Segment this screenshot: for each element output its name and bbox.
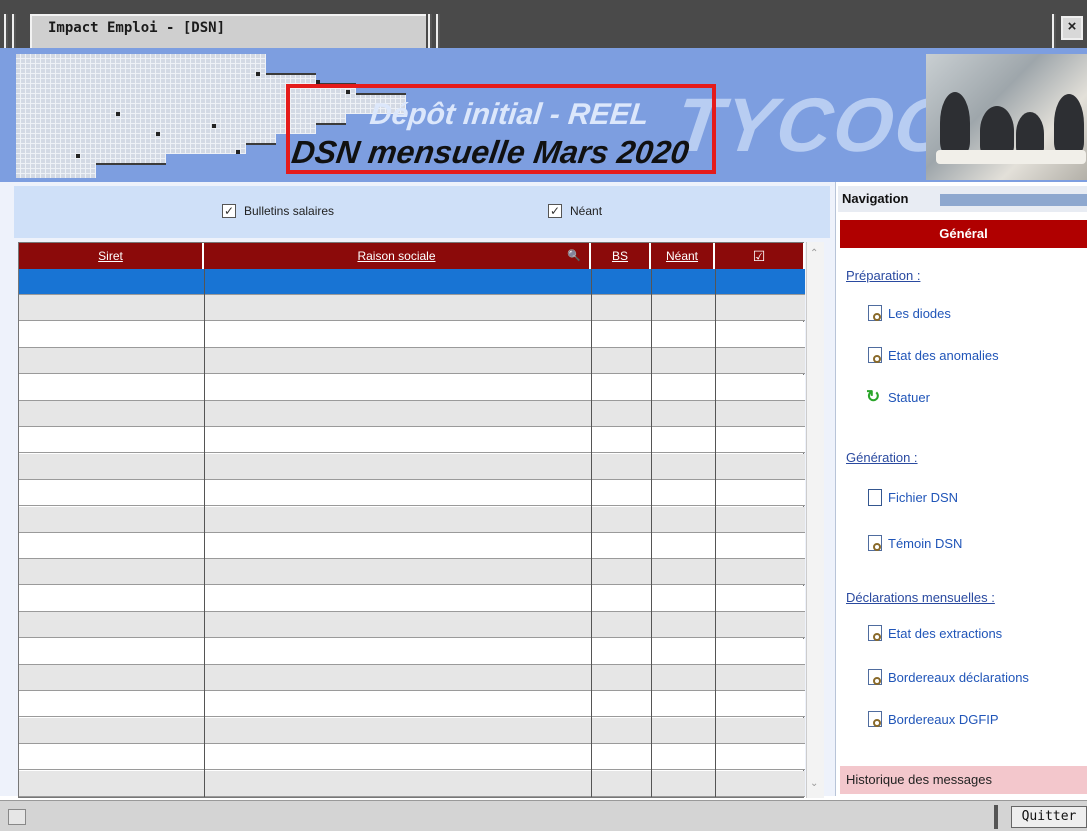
table-row[interactable]	[19, 348, 805, 375]
scroll-down-icon[interactable]: ⌄	[810, 778, 818, 789]
window-titlebar: Impact Emploi - [DSN] ×	[0, 0, 1087, 48]
table-row[interactable]	[19, 665, 805, 691]
nav-link-label: Témoin DSN	[888, 536, 963, 551]
declarations-table: Siret Raison sociale 🔍 BS Néant ☑	[18, 242, 805, 798]
nav-link-bordereaux-dgfip[interactable]: Bordereaux DGFIP	[866, 710, 1081, 730]
nav-link-label: Les diodes	[888, 306, 951, 321]
table-row[interactable]	[19, 744, 805, 771]
table-row[interactable]	[19, 295, 805, 322]
bulletins-checkbox[interactable]: ✓	[222, 204, 236, 218]
titlebar-grip	[1052, 14, 1056, 48]
titlebar-grip	[4, 14, 8, 48]
table-row[interactable]	[19, 374, 805, 401]
table-row[interactable]	[19, 321, 805, 348]
highlight-frame	[286, 84, 716, 174]
nav-link-etat-anomalies[interactable]: Etat des anomalies	[866, 346, 1081, 366]
document-search-icon	[868, 711, 882, 727]
section-preparation: Préparation :	[846, 268, 921, 283]
quit-button[interactable]: Quitter	[1011, 806, 1087, 828]
navigation-header: Navigation	[838, 186, 1087, 212]
refresh-icon: ↻	[866, 387, 881, 406]
message-history-bar[interactable]: Historique des messages	[840, 766, 1087, 794]
nav-link-label: Statuer	[888, 390, 930, 405]
banner: TYCOON Dépôt initial - REEL DSN mensuell…	[0, 48, 1087, 182]
search-icon: 🔍	[567, 250, 581, 262]
nav-link-label: Bordereaux DGFIP	[888, 712, 999, 727]
nav-link-les-diodes[interactable]: Les diodes	[866, 304, 1081, 324]
table-row[interactable]	[19, 453, 805, 480]
titlebar-grip	[436, 14, 440, 48]
photo-table	[936, 150, 1086, 164]
nav-link-bordereaux-declarations[interactable]: Bordereaux déclarations	[866, 668, 1081, 688]
photo-person	[980, 106, 1014, 156]
file-icon	[868, 489, 882, 506]
column-divider	[715, 269, 716, 797]
table-row[interactable]	[19, 691, 805, 718]
nav-link-etat-extractions[interactable]: Etat des extractions	[866, 624, 1081, 644]
table-row[interactable]	[19, 427, 805, 454]
navigation-title: Navigation	[842, 191, 909, 206]
table-row[interactable]	[19, 533, 805, 559]
nav-link-temoin-dsn[interactable]: Témoin DSN	[866, 534, 1081, 554]
document-search-icon	[868, 625, 882, 641]
bulletins-label: Bulletins salaires	[244, 204, 335, 218]
nav-link-label: Etat des extractions	[888, 626, 1003, 641]
table-row[interactable]	[19, 717, 805, 744]
column-header-siret[interactable]: Siret	[19, 243, 204, 269]
section-declarations-mensuelles: Déclarations mensuelles :	[846, 590, 995, 605]
table-row[interactable]	[19, 612, 805, 639]
status-icon[interactable]	[8, 809, 26, 825]
table-row[interactable]	[19, 638, 805, 665]
photo-person	[940, 92, 970, 154]
table-row[interactable]	[19, 506, 805, 533]
window-title-tab[interactable]: Impact Emploi - [DSN]	[30, 14, 426, 48]
table-scrollbar[interactable]: ⌃ ⌄	[806, 242, 824, 798]
close-button[interactable]: ×	[1061, 16, 1083, 40]
window-title: Impact Emploi - [DSN]	[48, 20, 226, 36]
nav-link-label: Bordereaux déclarations	[888, 670, 1029, 685]
section-generation: Génération :	[846, 450, 918, 465]
nav-link-fichier-dsn[interactable]: Fichier DSN	[866, 488, 1081, 508]
general-tab[interactable]: Général	[840, 220, 1087, 248]
document-search-icon	[868, 535, 882, 551]
column-header-bs[interactable]: BS	[591, 243, 651, 269]
table-row[interactable]	[19, 269, 805, 295]
column-divider	[204, 269, 205, 797]
nav-link-label: Fichier DSN	[888, 490, 959, 505]
table-row[interactable]	[19, 770, 805, 797]
table-row[interactable]	[19, 480, 805, 507]
column-divider	[591, 269, 592, 797]
column-header-label: Raison sociale	[357, 249, 436, 263]
table-row[interactable]	[19, 401, 805, 427]
neant-label: Néant	[570, 204, 603, 218]
meeting-photo	[926, 54, 1087, 180]
column-header-select-all[interactable]: ☑	[715, 243, 805, 269]
column-header-neant[interactable]: Néant	[651, 243, 715, 269]
status-bar	[0, 800, 1087, 831]
column-header-raison-sociale[interactable]: Raison sociale 🔍	[204, 243, 591, 269]
status-grip	[994, 805, 998, 829]
table-row[interactable]	[19, 559, 805, 586]
nav-link-label: Etat des anomalies	[888, 348, 999, 363]
titlebar-grip	[12, 14, 16, 48]
photo-person	[1054, 94, 1084, 154]
neant-checkbox[interactable]: ✓	[548, 204, 562, 218]
document-search-icon	[868, 347, 882, 363]
document-search-icon	[868, 305, 882, 321]
titlebar-grip	[428, 14, 432, 48]
scroll-up-icon[interactable]: ⌃	[810, 248, 818, 259]
filter-bar: ✓ Bulletins salaires ✓ Néant	[14, 186, 830, 238]
nav-link-statuer[interactable]: ↻ Statuer	[866, 387, 1081, 408]
document-search-icon	[868, 669, 882, 685]
table-row[interactable]	[19, 585, 805, 612]
column-divider	[651, 269, 652, 797]
navigation-header-bar	[940, 194, 1087, 206]
